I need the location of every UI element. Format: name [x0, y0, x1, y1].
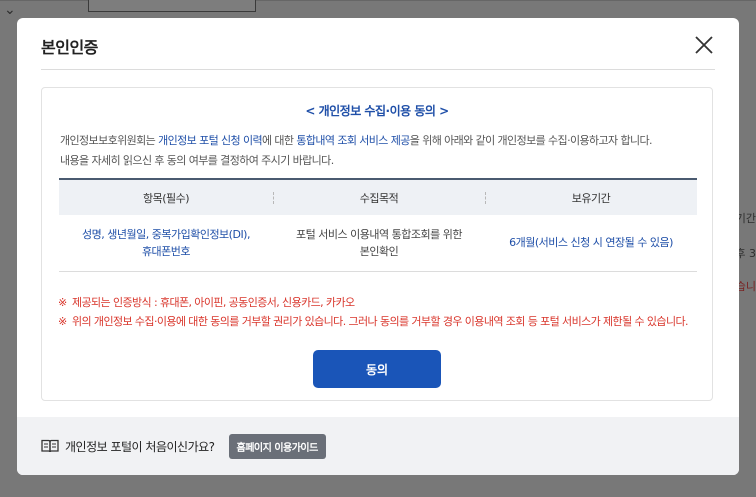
table-row: 성명, 생년월일, 중복가입확인정보(DI), 휴대폰번호 포털 서비스 이용내…: [59, 215, 697, 272]
cell-items: 성명, 생년월일, 중복가입확인정보(DI), 휴대폰번호: [59, 215, 273, 272]
cell-period: 6개월(서비스 신청 시 연장될 수 있음): [485, 215, 697, 272]
close-icon[interactable]: [693, 34, 715, 56]
modal-header: 본인인증: [41, 18, 715, 70]
header-period: 보유기간: [485, 179, 697, 215]
intro-highlight: 통합내역 조회 서비스 제공: [296, 134, 410, 147]
table-header-row: 항목(필수) 수집목적 보유기간: [59, 179, 697, 215]
intro-highlight: 개인정보 포털 신청 이력: [158, 134, 262, 147]
cell-items-line: 휴대폰번호: [141, 244, 191, 258]
homepage-guide-button[interactable]: 홈페이지 이용가이드: [228, 433, 326, 459]
consent-title: < 개인정보 수집·이용 동의 >: [305, 104, 449, 118]
cell-purpose-line: 포털 서비스 이용내역 통합조회를 위한: [296, 227, 462, 241]
header-purpose: 수집목적: [273, 179, 485, 215]
consent-intro: 개인정보보호위원회는 개인정보 포털 신청 이력에 대한 통합내역 조회 서비스…: [60, 131, 700, 171]
background-panel: [88, 0, 256, 12]
modal-footer: 개인정보 포털이 처음이신가요? 홈페이지 이용가이드: [17, 417, 739, 475]
intro-text: 개인정보보호위원회는: [60, 134, 159, 147]
identity-verification-modal: 본인인증 < 개인정보 수집·이용 동의 > 개인정보보호위원회는 개인정보 포…: [17, 18, 739, 475]
chevron-down-icon: ⌄: [4, 2, 16, 18]
notice-text: 제공되는 인증방식 : 휴대폰, 아이핀, 공동인증서, 신용카드, 카카오: [72, 296, 355, 309]
book-icon: [41, 439, 59, 453]
notice-list: ※ 제공되는 인증방식 : 휴대폰, 아이핀, 공동인증서, 신용카드, 카카오…: [58, 293, 698, 331]
notice-mark: ※: [58, 315, 67, 328]
cell-purpose: 포털 서비스 이용내역 통합조회를 위한 본인확인: [273, 215, 485, 272]
consent-box: < 개인정보 수집·이용 동의 > 개인정보보호위원회는 개인정보 포털 신청 …: [41, 87, 713, 401]
intro-text: 을 위해 아래와 같이 개인정보를 수집·이용하고자 합니다.: [409, 134, 653, 147]
notice-mark: ※: [58, 296, 67, 309]
notice-item: ※ 제공되는 인증방식 : 휴대폰, 아이핀, 공동인증서, 신용카드, 카카오: [58, 293, 698, 312]
intro-text: 에 대한: [262, 134, 297, 147]
intro-line-2: 내용을 자세히 읽으신 후 동의 여부를 결정하여 주시기 바랍니다.: [60, 154, 334, 167]
cell-purpose-line: 본인확인: [359, 244, 399, 258]
footer-question: 개인정보 포털이 처음이신가요?: [65, 439, 215, 454]
intro-line-1: 개인정보보호위원회는 개인정보 포털 신청 이력에 대한 통합내역 조회 서비스…: [60, 131, 700, 151]
cell-items-line: 성명, 생년월일, 중복가입확인정보(DI),: [82, 227, 250, 241]
agree-button[interactable]: 동의: [313, 350, 441, 388]
modal-title: 본인인증: [41, 38, 98, 57]
header-items: 항목(필수): [142, 191, 190, 205]
notice-item: ※ 위의 개인정보 수집·이용에 대한 동의를 거부할 권리가 있습니다. 그러…: [58, 312, 698, 331]
notice-text: 위의 개인정보 수집·이용에 대한 동의를 거부할 권리가 있습니다. 그러나 …: [72, 315, 688, 328]
consent-table: 항목(필수) 수집목적 보유기간 성명, 생년월일, 중복가입확인정보(DI),…: [59, 178, 697, 272]
